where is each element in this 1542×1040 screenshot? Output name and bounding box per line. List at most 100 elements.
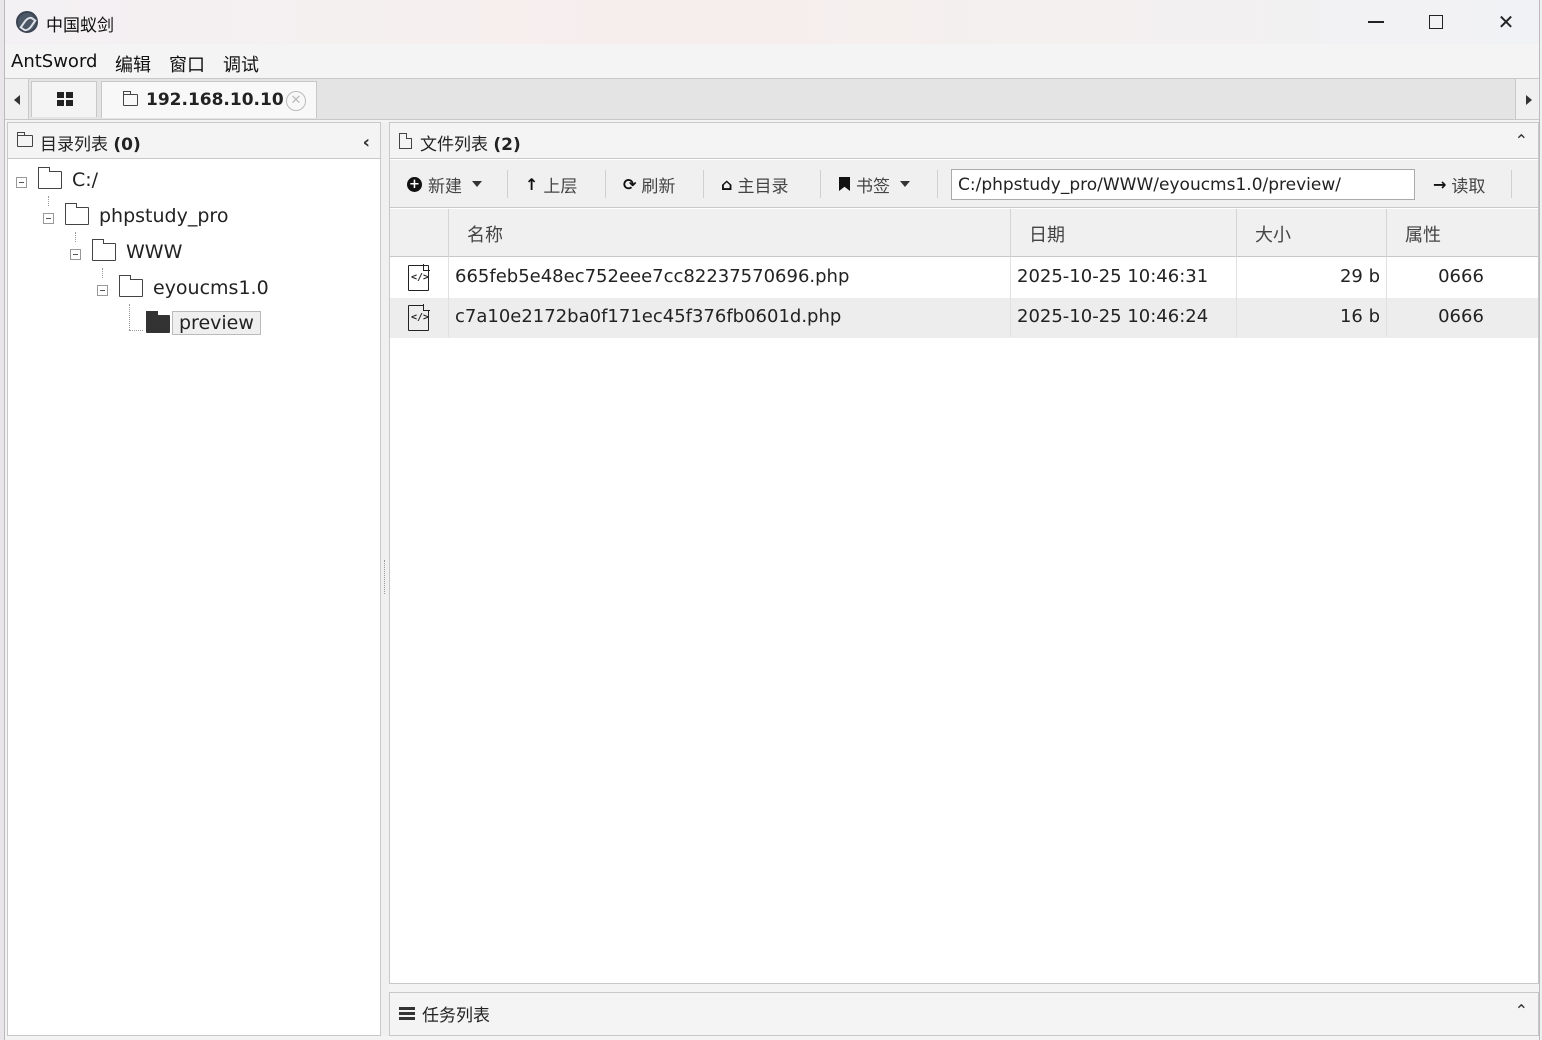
collapse-node-icon[interactable] bbox=[16, 177, 27, 188]
file-toolbar: + 新建 ↑ 上层 ⟳ 刷新 ⌂ 主目录 书签 C:/phpstudy_pro/… bbox=[390, 160, 1538, 208]
menu-antsword[interactable]: AntSword bbox=[11, 51, 97, 72]
bookmark-label: 书签 bbox=[856, 176, 890, 197]
toolbar-divider bbox=[937, 170, 938, 198]
up-level-button[interactable]: ↑ 上层 bbox=[525, 160, 577, 208]
file-permissions: 0666 bbox=[1438, 266, 1484, 287]
tab-scroll-left-button[interactable] bbox=[5, 79, 29, 119]
column-header-name[interactable]: 名称 bbox=[448, 209, 1010, 257]
tab-bar: 192.168.10.10 ✕ bbox=[5, 78, 1539, 120]
directory-pane-header: 目录列表 (0) ‹ bbox=[8, 123, 380, 159]
home-dir-label: 主目录 bbox=[737, 176, 789, 197]
directory-pane: 目录列表 (0) ‹ C:/ phpstudy_pro WWW eyoucms1… bbox=[7, 122, 381, 1036]
column-header-size[interactable]: 大小 bbox=[1236, 209, 1386, 257]
tree-node-label: C:/ bbox=[72, 169, 99, 191]
refresh-button[interactable]: ⟳ 刷新 bbox=[623, 160, 675, 208]
folder-icon bbox=[17, 132, 33, 147]
file-list-title: 文件列表 (2) bbox=[420, 130, 521, 155]
file-size: 16 b bbox=[1339, 306, 1380, 327]
folder-icon bbox=[91, 239, 116, 261]
folder-icon bbox=[64, 203, 89, 225]
file-list-header: 文件列表 (2) ⌃ bbox=[390, 123, 1538, 159]
up-level-label: 上层 bbox=[543, 176, 578, 197]
directory-title-text: 目录列表 bbox=[40, 135, 108, 155]
tree-node-www[interactable]: WWW bbox=[70, 239, 350, 269]
directory-count: (0) bbox=[113, 135, 141, 155]
tab-close-icon[interactable]: ✕ bbox=[286, 91, 306, 111]
collapse-node-icon[interactable] bbox=[43, 213, 54, 224]
tree-node-phpstudy-pro[interactable]: phpstudy_pro bbox=[43, 203, 343, 233]
file-name: 665feb5e48ec752eee7cc82237570696.php bbox=[455, 266, 850, 287]
collapse-node-icon[interactable] bbox=[70, 249, 81, 260]
table-row[interactable]: </> c7a10e2172ba0f171ec45f376fb0601d.php… bbox=[390, 298, 1538, 338]
toolbar-divider bbox=[703, 170, 704, 198]
column-divider bbox=[448, 257, 449, 337]
arrow-left-icon bbox=[14, 95, 20, 105]
menu-window[interactable]: 窗口 bbox=[169, 51, 205, 77]
home-dir-button[interactable]: ⌂ 主目录 bbox=[721, 160, 788, 208]
close-icon: ✕ bbox=[1497, 10, 1515, 34]
close-button[interactable]: ✕ bbox=[1471, 0, 1541, 44]
pane-splitter[interactable] bbox=[381, 122, 389, 1036]
menu-edit[interactable]: 编辑 bbox=[115, 51, 151, 77]
column-header-attr[interactable]: 属性 bbox=[1386, 209, 1540, 257]
collapse-up-icon[interactable]: ⌃ bbox=[1515, 131, 1528, 150]
antsword-logo-icon bbox=[16, 11, 38, 33]
tree-node-preview[interactable]: preview bbox=[124, 311, 364, 341]
file-icon bbox=[399, 132, 413, 149]
arrow-up-icon: ↑ bbox=[525, 174, 539, 194]
php-file-icon: </> bbox=[408, 304, 430, 331]
window-title: 中国蚁剑 bbox=[46, 16, 114, 36]
file-list-title-text: 文件列表 bbox=[420, 135, 488, 155]
file-table-header: 名称 日期 大小 属性 bbox=[390, 209, 1538, 257]
arrow-right-icon bbox=[1526, 95, 1532, 105]
toolbar-divider bbox=[605, 170, 606, 198]
arrow-right-icon: → bbox=[1433, 174, 1447, 194]
file-size: 29 b bbox=[1339, 266, 1380, 287]
plus-circle-icon: + bbox=[407, 176, 422, 192]
tab-label: 192.168.10.10 bbox=[146, 90, 284, 110]
column-header-date[interactable]: 日期 bbox=[1010, 209, 1236, 257]
directory-pane-title: 目录列表 (0) bbox=[40, 130, 141, 155]
toolbar-divider bbox=[1511, 170, 1512, 198]
tree-node-label: WWW bbox=[126, 241, 183, 263]
tree-node-label: eyoucms1.0 bbox=[153, 277, 269, 299]
toolbar-divider bbox=[507, 170, 508, 198]
new-button[interactable]: + 新建 bbox=[407, 160, 482, 208]
refresh-label: 刷新 bbox=[641, 176, 676, 197]
tab-scroll-right-button[interactable] bbox=[1515, 79, 1539, 119]
file-name: c7a10e2172ba0f171ec45f376fb0601d.php bbox=[455, 306, 842, 327]
read-button[interactable]: → 读取 bbox=[1433, 160, 1485, 208]
maximize-button[interactable] bbox=[1401, 0, 1471, 44]
bookmark-icon bbox=[839, 177, 850, 191]
caret-down-icon bbox=[472, 181, 482, 187]
bookmark-button[interactable]: 书签 bbox=[839, 160, 910, 208]
title-bar: 中国蚁剑 ✕ bbox=[5, 0, 1539, 44]
column-divider bbox=[1386, 257, 1387, 337]
refresh-icon: ⟳ bbox=[623, 174, 637, 194]
collapse-left-icon[interactable]: ‹ bbox=[363, 132, 370, 153]
tab-home[interactable] bbox=[31, 81, 97, 117]
tree-node-label-selected: preview bbox=[172, 311, 261, 335]
tree-node-eyoucms[interactable]: eyoucms1.0 bbox=[97, 275, 357, 305]
grid-icon bbox=[57, 92, 73, 106]
menu-debug[interactable]: 调试 bbox=[223, 51, 259, 77]
toolbar-divider bbox=[820, 170, 821, 198]
task-list-icon bbox=[399, 1007, 415, 1020]
folder-icon bbox=[123, 91, 138, 106]
php-file-icon: </> bbox=[408, 264, 430, 291]
tree-node-c-drive[interactable]: C:/ bbox=[16, 167, 316, 197]
splitter-grip-icon bbox=[384, 560, 386, 594]
tab-file-manager[interactable]: 192.168.10.10 ✕ bbox=[101, 81, 317, 118]
file-list-pane: 文件列表 (2) ⌃ + 新建 ↑ 上层 ⟳ 刷新 ⌂ 主目录 书签 C:/ph… bbox=[389, 122, 1539, 984]
table-row[interactable]: </> 665feb5e48ec752eee7cc82237570696.php… bbox=[390, 258, 1538, 298]
collapse-node-icon[interactable] bbox=[97, 285, 108, 296]
home-icon: ⌂ bbox=[721, 174, 733, 194]
minimize-icon bbox=[1368, 21, 1384, 23]
tree-node-label: phpstudy_pro bbox=[99, 205, 229, 227]
folder-icon bbox=[118, 275, 143, 297]
path-input[interactable] bbox=[951, 169, 1415, 200]
app-window: 中国蚁剑 ✕ AntSword 编辑 窗口 调试 192.168.10.10 ✕ bbox=[4, 0, 1540, 1040]
column-divider bbox=[1010, 257, 1011, 337]
file-permissions: 0666 bbox=[1438, 306, 1484, 327]
expand-up-icon[interactable]: ⌃ bbox=[1515, 1001, 1528, 1020]
